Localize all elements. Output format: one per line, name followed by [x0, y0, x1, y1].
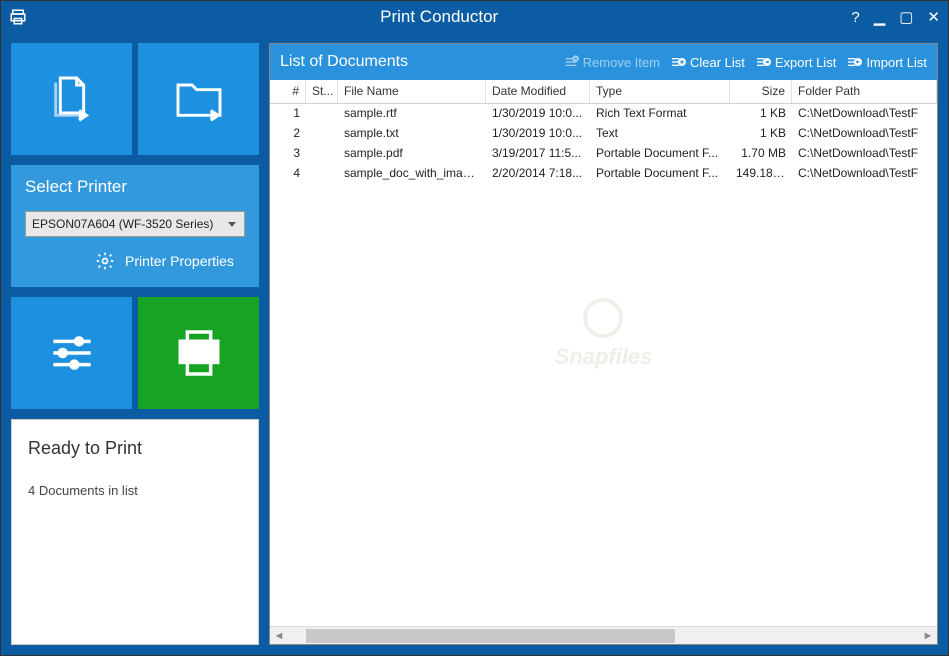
cell-type: Rich Text Format [590, 104, 730, 124]
close-button[interactable]: ✕ [927, 8, 940, 26]
cell-path: C:\NetDownload\TestF [792, 144, 937, 164]
cell-name: sample.txt [338, 124, 486, 144]
printer-panel: Select Printer EPSON07A604 (WF-3520 Seri… [11, 165, 259, 287]
cell-date: 1/30/2019 10:0... [486, 104, 590, 124]
table-row[interactable]: 3 sample.pdf3/19/2017 11:5...Portable Doc… [270, 144, 937, 164]
printer-properties-link[interactable]: Printer Properties [25, 251, 245, 271]
clear-list-label: Clear List [690, 55, 745, 70]
app-window: Print Conductor ? ▁ ▢ ✕ [0, 0, 949, 656]
col-path[interactable]: Folder Path [792, 80, 937, 103]
export-list-label: Export List [775, 55, 836, 70]
cell-size: 149.18 ... [730, 164, 792, 184]
scroll-right-arrow[interactable]: ► [919, 630, 937, 642]
cell-size: 1 KB [730, 104, 792, 124]
content-area: Select Printer EPSON07A604 (WF-3520 Seri… [1, 33, 948, 655]
app-title: Print Conductor [27, 7, 851, 27]
cell-num: 1 [270, 104, 306, 124]
gear-icon [95, 251, 115, 271]
import-icon [846, 54, 862, 70]
table-row[interactable]: 2 sample.txt1/30/2019 10:0...Text1 KBC:\N… [270, 124, 937, 144]
minimize-button[interactable]: ▁ [874, 8, 886, 26]
col-type[interactable]: Type [590, 80, 730, 103]
cell-status [306, 164, 338, 184]
horizontal-scrollbar[interactable]: ◄ ► [270, 626, 937, 644]
doclist-toolbar: Remove Item Clear List Export List [563, 54, 927, 70]
import-list-label: Import List [866, 55, 927, 70]
table-row[interactable]: 1 sample.rtf1/30/2019 10:0...Rich Text Fo… [270, 104, 937, 124]
cell-num: 3 [270, 144, 306, 164]
doclist-header: List of Documents Remove Item Clear List [270, 44, 937, 80]
remove-icon [563, 54, 579, 70]
cell-date: 1/30/2019 10:0... [486, 124, 590, 144]
select-printer-heading: Select Printer [25, 177, 245, 197]
scroll-left-arrow[interactable]: ◄ [270, 630, 288, 642]
cell-type: Portable Document F... [590, 164, 730, 184]
export-icon [755, 54, 771, 70]
remove-item-button[interactable]: Remove Item [563, 54, 660, 70]
col-number[interactable]: # [270, 80, 306, 103]
cell-name: sample.pdf [338, 144, 486, 164]
scroll-thumb[interactable] [306, 629, 675, 643]
cell-status [306, 144, 338, 164]
table-header: # St... File Name Date Modified Type Siz… [270, 80, 937, 104]
cell-path: C:\NetDownload\TestF [792, 104, 937, 124]
doclist-title: List of Documents [280, 53, 563, 71]
cell-status [306, 124, 338, 144]
scroll-track[interactable] [306, 629, 901, 643]
cell-num: 2 [270, 124, 306, 144]
cell-type: Text [590, 124, 730, 144]
cell-size: 1.70 MB [730, 144, 792, 164]
maximize-button[interactable]: ▢ [899, 8, 913, 26]
help-button[interactable]: ? [851, 9, 859, 26]
col-filename[interactable]: File Name [338, 80, 486, 103]
add-files-tile[interactable] [11, 43, 132, 155]
status-heading: Ready to Print [28, 438, 242, 459]
cell-num: 4 [270, 164, 306, 184]
cell-name: sample_doc_with_image... [338, 164, 486, 184]
status-summary: 4 Documents in list [28, 483, 242, 498]
cell-path: C:\NetDownload\TestF [792, 164, 937, 184]
cell-date: 2/20/2014 7:18... [486, 164, 590, 184]
window-controls: ? ▁ ▢ ✕ [851, 8, 940, 26]
table-body: 1 sample.rtf1/30/2019 10:0...Rich Text Fo… [270, 104, 937, 626]
cell-date: 3/19/2017 11:5... [486, 144, 590, 164]
cell-path: C:\NetDownload\TestF [792, 124, 937, 144]
clear-list-button[interactable]: Clear List [670, 54, 745, 70]
cell-size: 1 KB [730, 124, 792, 144]
titlebar: Print Conductor ? ▁ ▢ ✕ [1, 1, 948, 33]
add-folder-tile[interactable] [138, 43, 259, 155]
col-size[interactable]: Size [730, 80, 792, 103]
printer-dropdown[interactable]: EPSON07A604 (WF-3520 Series) [25, 211, 245, 237]
bottom-tiles [11, 297, 259, 409]
table-row[interactable]: 4 sample_doc_with_image...2/20/2014 7:18.… [270, 164, 937, 184]
export-list-button[interactable]: Export List [755, 54, 836, 70]
app-icon [9, 8, 27, 26]
top-tiles [11, 43, 259, 155]
watermark: Snapfiles [555, 298, 653, 370]
settings-tile[interactable] [11, 297, 132, 409]
clear-icon [670, 54, 686, 70]
status-card: Ready to Print 4 Documents in list [11, 419, 259, 645]
document-list-panel: List of Documents Remove Item Clear List [269, 43, 938, 645]
col-status[interactable]: St... [306, 80, 338, 103]
printer-properties-label: Printer Properties [125, 253, 234, 269]
printer-selected-value: EPSON07A604 (WF-3520 Series) [32, 217, 213, 231]
import-list-button[interactable]: Import List [846, 54, 927, 70]
cell-status [306, 104, 338, 124]
col-date[interactable]: Date Modified [486, 80, 590, 103]
cell-type: Portable Document F... [590, 144, 730, 164]
remove-item-label: Remove Item [583, 55, 660, 70]
sidebar: Select Printer EPSON07A604 (WF-3520 Seri… [11, 43, 259, 645]
print-tile[interactable] [138, 297, 259, 409]
cell-name: sample.rtf [338, 104, 486, 124]
